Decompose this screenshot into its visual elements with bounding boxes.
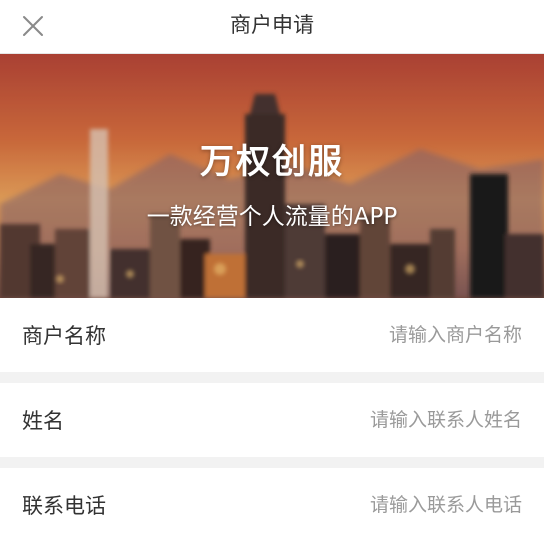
- section-divider: [0, 457, 544, 468]
- merchant-apply-page: 商户申请 万权创服 一款经营个人流量的APP 商户名称 请输入商户名称 姓名 请…: [0, 0, 544, 542]
- contact-name-input[interactable]: [64, 400, 522, 440]
- merchant-name-label: 商户名称: [22, 324, 106, 348]
- contact-phone-label: 联系电话: [22, 494, 106, 518]
- merchant-name-input[interactable]: [106, 315, 522, 355]
- edge-strip: [544, 0, 554, 542]
- contact-phone-row: 联系电话: [0, 468, 544, 542]
- top-bar: 商户申请: [0, 0, 544, 54]
- merchant-name-row: 商户名称: [0, 298, 544, 372]
- banner: 万权创服 一款经营个人流量的APP: [0, 54, 544, 298]
- contact-phone-input[interactable]: [106, 485, 522, 525]
- banner-title: 万权创服: [200, 142, 344, 182]
- contact-name-label: 姓名: [22, 409, 64, 433]
- banner-subtitle: 一款经营个人流量的APP: [146, 204, 398, 230]
- page-title: 商户申请: [230, 13, 314, 37]
- section-divider: [0, 372, 544, 383]
- contact-name-row: 姓名: [0, 383, 544, 457]
